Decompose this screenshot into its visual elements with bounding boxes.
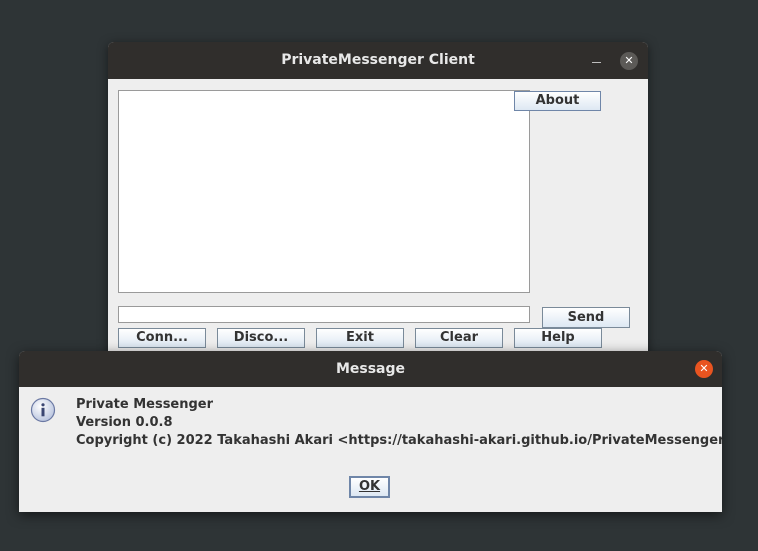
message-dialog: Message ✕ Private Messenger Version 0.0.… — [19, 351, 722, 512]
send-button[interactable]: Send — [542, 307, 630, 328]
disconnect-button[interactable]: Disco... — [217, 328, 305, 348]
dialog-title: Message — [335, 361, 406, 377]
close-button[interactable]: ✕ — [620, 52, 638, 70]
dialog-titlebar[interactable]: Message ✕ — [19, 351, 722, 387]
main-window: PrivateMessenger Client ✕ About Send Con… — [108, 42, 648, 372]
help-button[interactable]: Help — [514, 328, 602, 348]
dialog-close-button[interactable]: ✕ — [695, 360, 713, 378]
chat-display-area[interactable] — [118, 90, 530, 293]
dialog-version: Version 0.0.8 — [76, 415, 173, 430]
exit-button[interactable]: Exit — [316, 328, 404, 348]
main-titlebar[interactable]: PrivateMessenger Client ✕ — [108, 42, 648, 79]
clear-button[interactable]: Clear — [415, 328, 503, 348]
ok-button-label: OK — [358, 479, 381, 494]
dialog-app-name: Private Messenger — [76, 397, 214, 412]
close-icon: ✕ — [699, 362, 709, 375]
ok-button[interactable]: OK — [349, 476, 390, 498]
connect-button[interactable]: Conn... — [118, 328, 206, 348]
minimize-button[interactable] — [588, 51, 606, 69]
message-input[interactable] — [118, 306, 530, 323]
about-button[interactable]: About — [514, 91, 601, 111]
window-title: PrivateMessenger Client — [281, 52, 475, 68]
dialog-copyright: Copyright (c) 2022 Takahashi Akari <http… — [76, 433, 722, 448]
close-icon: ✕ — [624, 54, 634, 67]
info-icon — [30, 397, 56, 423]
